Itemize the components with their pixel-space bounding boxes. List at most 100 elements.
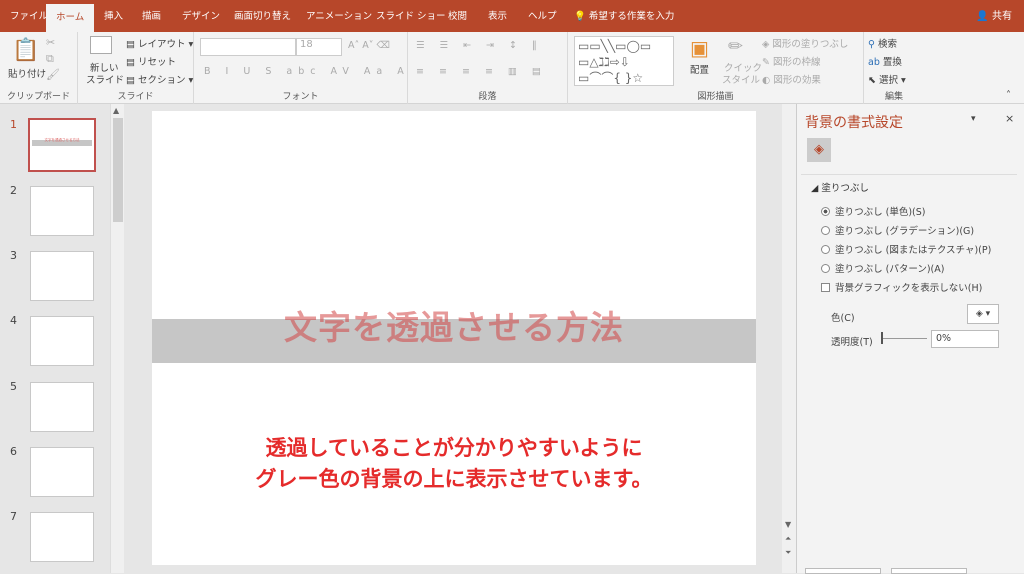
shape-outline-button[interactable]: ✎ 図形の枠線 xyxy=(762,54,821,68)
slide-title[interactable]: 文字を透過させる方法 xyxy=(152,301,756,349)
reset-button[interactable]: ▤ リセット xyxy=(126,54,176,68)
list-buttons[interactable]: ☰ ☰ ⇤ ⇥ ↕ ‖ xyxy=(416,40,543,51)
slide-thumbnail-6[interactable] xyxy=(30,447,94,497)
paint-bucket-icon: ◈ xyxy=(762,39,773,50)
quick-style-icon[interactable]: ✏ xyxy=(728,36,743,57)
slide-canvas[interactable]: 文字を透過させる方法 透過していることが分かりやすいように グレー色の背景の上に… xyxy=(152,111,756,565)
new-slide-line2[interactable]: スライド xyxy=(86,72,124,86)
find-button[interactable]: ⚲ 検索 xyxy=(868,36,897,50)
copy-icon[interactable]: ⧉ xyxy=(46,52,54,66)
tab-insert[interactable]: 挿入 xyxy=(104,0,123,32)
format-painter-icon[interactable]: 🖌 xyxy=(46,68,60,81)
arrange-icon[interactable]: ▣ xyxy=(690,36,709,60)
slide-thumbnail-4[interactable] xyxy=(30,316,94,366)
shape-fill-button[interactable]: ◈ 図形の塗りつぶし xyxy=(762,36,848,50)
tab-help[interactable]: ヘルプ xyxy=(528,0,557,32)
thumbnail-scrollbar[interactable]: ▲ xyxy=(110,104,124,573)
radio-picture-fill[interactable]: 塗りつぶし (図またはテクスチャ)(P) xyxy=(821,242,991,256)
transparency-label: 透明度(T) xyxy=(831,337,873,348)
radio-pattern-fill[interactable]: 塗りつぶし (パターン)(A) xyxy=(821,261,944,275)
scroll-thumb[interactable] xyxy=(113,118,123,222)
close-icon[interactable]: × xyxy=(1005,112,1014,125)
radio-solid-fill[interactable]: 塗りつぶし (単色)(S) xyxy=(821,204,925,218)
tab-home[interactable]: ホーム xyxy=(46,4,95,32)
tab-animations[interactable]: アニメーション xyxy=(306,0,372,32)
tab-review[interactable]: 校閲 xyxy=(448,0,467,32)
lightbulb-icon: 💡 xyxy=(574,11,589,22)
slide-thumbnail-5[interactable] xyxy=(30,382,94,432)
new-slide-icon[interactable] xyxy=(90,36,112,54)
radio-icon xyxy=(821,226,830,235)
search-icon: ⚲ xyxy=(868,39,878,50)
find-label: 検索 xyxy=(877,39,897,50)
note-line-2: グレー色の背景の上に表示させています。 xyxy=(255,467,653,491)
font-name-combo[interactable] xyxy=(200,38,296,56)
select-button[interactable]: ⬉ 選択 ▾ xyxy=(868,72,906,86)
share-label: 共有 xyxy=(992,11,1012,22)
layout-button[interactable]: ▤ レイアウト ▾ xyxy=(126,36,193,50)
next-slide-icon[interactable]: ⏷ xyxy=(785,548,791,558)
group-clipboard: 📋 貼り付け ✂ ⧉ 🖌 クリップボード xyxy=(0,32,78,104)
cut-icon[interactable]: ✂ xyxy=(46,36,55,49)
paste-button[interactable]: 貼り付け xyxy=(8,66,46,80)
pane-footer-button[interactable] xyxy=(805,568,881,574)
fill-section-label: 塗りつぶし xyxy=(821,183,869,194)
fill-tab-icon[interactable]: ◈ xyxy=(807,138,831,162)
group-drawing: ▭▭╲╲▭◯▭ ▭△ℷℷ⇨⇩ ▭⌒⌒{ }☆ ▣ 配置 ✏ クイック スタイル ◈ … xyxy=(568,32,864,104)
slide-number: 7 xyxy=(10,510,17,523)
slide-note[interactable]: 透過していることが分かりやすいように グレー色の背景の上に表示させています。 xyxy=(152,433,756,495)
section-button[interactable]: ▤ セクション ▾ xyxy=(126,72,193,86)
radio-icon xyxy=(821,207,830,216)
quick-style-line2[interactable]: スタイル xyxy=(722,72,760,86)
fill-section-header[interactable]: ◢ 塗りつぶし xyxy=(811,180,869,194)
color-picker-button[interactable]: ◈ ▾ xyxy=(967,304,999,324)
font-grow-shrink-icons[interactable]: A˄ A˅ ⌫ xyxy=(348,40,390,51)
arrange-button[interactable]: 配置 xyxy=(690,62,709,76)
scroll-down-icon[interactable]: ▼ xyxy=(785,520,791,529)
ribbon-tab-bar: ファイル ホーム 挿入 描画 デザイン 画面切り替え アニメーション スライド … xyxy=(0,0,1024,32)
slide-number: 2 xyxy=(10,184,17,197)
font-format-buttons[interactable]: B I U S abc AV Aa A xyxy=(204,66,410,77)
slide-thumbnail-1[interactable]: 文字を透過させる方法 xyxy=(28,118,96,172)
radio-gradient-fill[interactable]: 塗りつぶし (グラデーション)(G) xyxy=(821,223,974,237)
group-font: 18 A˄ A˅ ⌫ B I U S abc AV Aa A フォント xyxy=(194,32,408,104)
hide-graphics-checkbox[interactable]: 背景グラフィックを表示しない(H) xyxy=(821,280,982,294)
group-label-paragraph: 段落 xyxy=(478,92,497,102)
tab-design[interactable]: デザイン xyxy=(182,0,220,32)
tab-view[interactable]: 表示 xyxy=(488,0,507,32)
prev-slide-icon[interactable]: ⏶ xyxy=(785,534,791,544)
transparency-input[interactable]: 0% xyxy=(931,330,999,348)
shape-effects-button[interactable]: ◐ 図形の効果 xyxy=(762,72,821,86)
collapse-ribbon-icon[interactable]: ˄ xyxy=(1006,90,1011,101)
share-button[interactable]: 👤 共有 xyxy=(976,0,1012,34)
option-label: 塗りつぶし (図またはテクスチャ)(P) xyxy=(835,245,992,256)
scroll-up-icon[interactable]: ▲ xyxy=(113,106,119,115)
replace-button[interactable]: ab 置換 xyxy=(868,54,902,68)
font-size-combo[interactable]: 18 xyxy=(296,38,342,56)
transparency-slider[interactable] xyxy=(883,338,927,339)
layout-label: レイアウト xyxy=(138,39,186,50)
slide-thumbnail-7[interactable] xyxy=(30,512,94,562)
thumb-title: 文字を透過させる方法 xyxy=(44,138,80,142)
format-background-pane: 背景の書式設定 ▾ × ◈ ◢ 塗りつぶし 塗りつぶし (単色)(S) 塗りつぶ… xyxy=(796,104,1024,574)
group-label-clipboard: クリップボード xyxy=(6,92,70,102)
section-label: セクション xyxy=(138,75,186,86)
pane-footer-button[interactable] xyxy=(891,568,967,574)
slider-handle[interactable] xyxy=(881,332,883,344)
tell-me-box[interactable]: 💡 希望する作業を入力 xyxy=(574,0,674,32)
slide-scrollbar[interactable]: ▼ ⏶ ⏷ xyxy=(782,104,796,573)
pane-options-icon[interactable]: ▾ xyxy=(971,114,976,124)
tab-transitions[interactable]: 画面切り替え xyxy=(234,0,291,32)
option-label: 背景グラフィックを表示しない(H) xyxy=(835,283,983,294)
pane-title: 背景の書式設定 xyxy=(805,115,903,131)
tab-file[interactable]: ファイル xyxy=(10,0,48,32)
select-label: 選択 xyxy=(878,75,898,86)
shapes-gallery[interactable]: ▭▭╲╲▭◯▭ ▭△ℷℷ⇨⇩ ▭⌒⌒{ }☆ xyxy=(574,36,674,86)
tab-draw[interactable]: 描画 xyxy=(142,0,161,32)
slide-thumbnail-3[interactable] xyxy=(30,251,94,301)
paste-icon[interactable]: 📋 xyxy=(12,38,39,63)
group-label-font: フォント xyxy=(282,92,319,102)
slide-thumbnail-2[interactable] xyxy=(30,186,94,236)
align-buttons[interactable]: ≡ ≡ ≡ ≡ ▥ ▤ xyxy=(416,66,547,77)
tab-slideshow[interactable]: スライド ショー xyxy=(376,0,446,32)
